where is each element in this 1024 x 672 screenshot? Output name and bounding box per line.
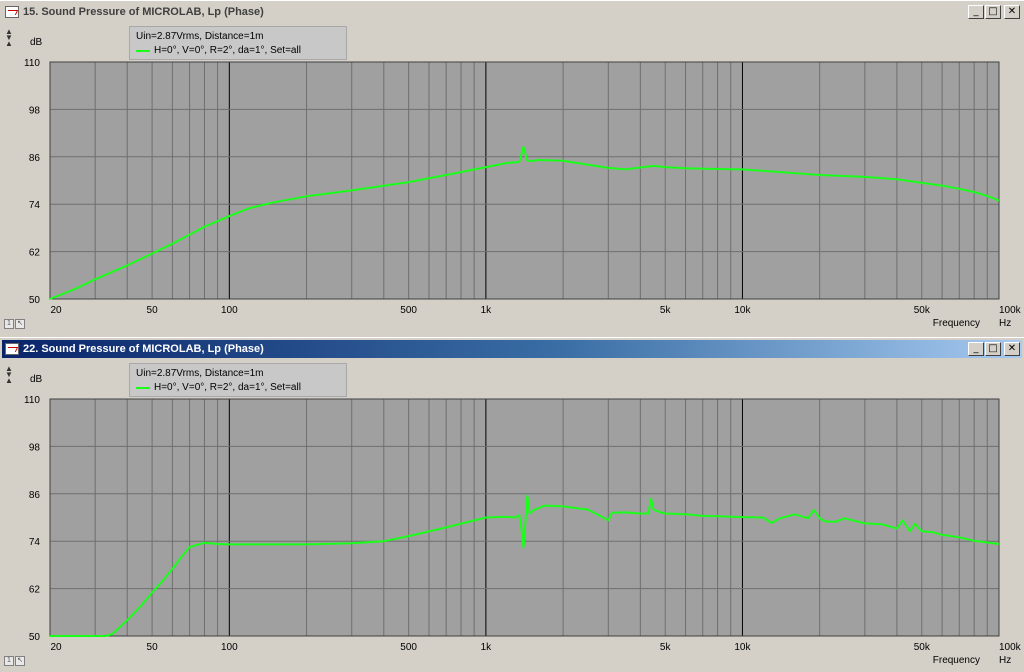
y-tick-label: 110 bbox=[24, 395, 40, 406]
zoom-icon[interactable]: 1 bbox=[4, 319, 14, 329]
x-tick-label: 500 bbox=[400, 305, 417, 316]
x-tick-label: 50 bbox=[147, 305, 159, 316]
x-tick-label: 5k bbox=[660, 305, 672, 316]
legend-series: H=0°, V=0°, R=2°, da=1°, Set=all bbox=[136, 44, 346, 58]
zoom-icon[interactable]: 1 bbox=[4, 656, 14, 666]
x-tick-label: 1k bbox=[481, 305, 493, 316]
y-tick-label: 86 bbox=[29, 490, 41, 501]
x-tick-label: 10k bbox=[734, 642, 751, 653]
green-line-swatch-icon bbox=[136, 50, 150, 52]
legend-series-label: H=0°, V=0°, R=2°, da=1°, Set=all bbox=[154, 45, 301, 56]
x-axis-title: Frequency bbox=[933, 655, 980, 666]
y-tick-label: 86 bbox=[29, 153, 41, 164]
cursor-icon[interactable]: ↖ bbox=[15, 656, 25, 666]
x-tick-label: 10k bbox=[734, 305, 751, 316]
legend-conditions: Uin=2.87Vrms, Distance=1m bbox=[136, 368, 264, 379]
x-tick-label: 20 bbox=[50, 305, 62, 316]
x-tick-label: 100 bbox=[221, 642, 238, 653]
green-line-swatch-icon bbox=[136, 387, 150, 389]
x-axis-unit: Hz bbox=[999, 655, 1011, 666]
y-tick-label: 62 bbox=[29, 585, 41, 596]
x-tick-label: 20 bbox=[50, 642, 62, 653]
legend-series-label: H=0°, V=0°, R=2°, da=1°, Set=all bbox=[154, 382, 301, 393]
legend-box[interactable]: Uin=2.87Vrms, Distance=1m H=0°, V=0°, R=… bbox=[129, 26, 347, 60]
y-tick-label: 50 bbox=[29, 632, 41, 643]
x-tick-label: 500 bbox=[400, 642, 417, 653]
x-tick-label: 5k bbox=[660, 642, 672, 653]
x-tick-label: 50 bbox=[147, 642, 159, 653]
y-tick-label: 98 bbox=[29, 442, 41, 453]
y-tick-label: 110 bbox=[24, 58, 40, 69]
legend-box[interactable]: Uin=2.87Vrms, Distance=1m H=0°, V=0°, R=… bbox=[129, 363, 347, 397]
plot-area[interactable] bbox=[50, 399, 999, 636]
x-tick-label: 50k bbox=[914, 305, 931, 316]
y-tick-label: 74 bbox=[29, 537, 41, 548]
legend-series: H=0°, V=0°, R=2°, da=1°, Set=all bbox=[136, 381, 346, 395]
y-tick-label: 50 bbox=[29, 295, 41, 306]
x-tick-label: 100 bbox=[221, 305, 238, 316]
y-tick-label: 74 bbox=[29, 200, 41, 211]
window-chart-15[interactable]: 15. Sound Pressure of MICROLAB, Lp (Phas… bbox=[0, 0, 1024, 335]
y-tick-label: 62 bbox=[29, 248, 41, 259]
x-tick-label: 100k bbox=[999, 305, 1022, 316]
x-axis-title: Frequency bbox=[933, 318, 980, 329]
window-chart-22[interactable]: 22. Sound Pressure of MICROLAB, Lp (Phas… bbox=[0, 337, 1024, 671]
x-axis-unit: Hz bbox=[999, 318, 1011, 329]
legend-conditions: Uin=2.87Vrms, Distance=1m bbox=[136, 31, 264, 42]
y-tick-label: 98 bbox=[29, 105, 41, 116]
plot-area[interactable] bbox=[50, 62, 999, 299]
cursor-icon[interactable]: ↖ bbox=[15, 319, 25, 329]
x-tick-label: 1k bbox=[481, 642, 493, 653]
x-tick-label: 50k bbox=[914, 642, 931, 653]
x-tick-label: 100k bbox=[999, 642, 1022, 653]
